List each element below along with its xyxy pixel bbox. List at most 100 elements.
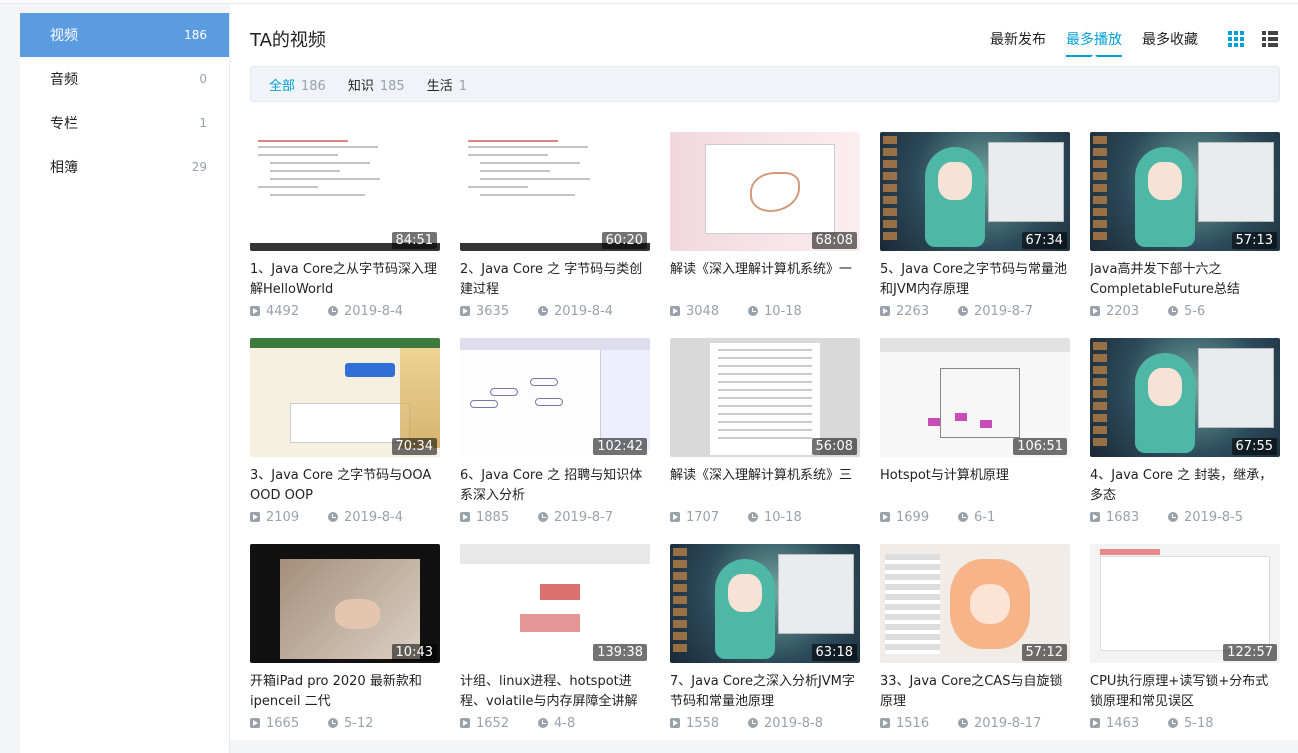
filter-knowledge[interactable]: 知识 185 xyxy=(348,75,405,94)
video-duration: 63:18 xyxy=(811,644,857,661)
video-card[interactable]: 10:43 开箱iPad pro 2020 最新款和ipenceil 二代 1665… xyxy=(250,544,440,733)
play-count-icon xyxy=(670,512,680,522)
video-thumbnail[interactable]: 57:13 xyxy=(1090,132,1280,251)
video-duration: 67:55 xyxy=(1231,438,1277,455)
play-count: 4492 xyxy=(266,303,300,319)
video-card[interactable]: 122:57 CPU执行原理+读写锁+分布式锁原理和常见误区 1463 5-18 xyxy=(1090,544,1280,733)
video-card[interactable]: 57:13 Java高并发下部十六之CompletableFuture总结 2203… xyxy=(1090,132,1280,321)
video-meta: 1558 2019-8-8 xyxy=(670,713,860,733)
video-thumbnail[interactable]: 70:34 xyxy=(250,338,440,457)
video-thumbnail[interactable]: 63:18 xyxy=(670,544,860,663)
video-title[interactable]: 2、Java Core 之 字节码与类创建过程 xyxy=(460,260,650,300)
main-content: TA的视频 最新发布 最多播放 最多收藏 全部 186 知识 185 生活 1 84:… xyxy=(230,4,1298,740)
video-title[interactable]: 7、Java Core之深入分析JVM字节码和常量池原理 xyxy=(670,672,860,712)
clock-icon xyxy=(328,512,338,522)
upload-date: 5-6 xyxy=(1184,303,1206,319)
sidebar-item-album[interactable]: 相簿 29 xyxy=(20,145,229,189)
sidebar-item-audio[interactable]: 音频 0 xyxy=(20,57,229,101)
video-thumbnail[interactable]: 122:57 xyxy=(1090,544,1280,663)
video-title[interactable]: CPU执行原理+读写锁+分布式锁原理和常见误区 xyxy=(1090,672,1280,712)
video-card[interactable]: 63:18 7、Java Core之深入分析JVM字节码和常量池原理 1558 201… xyxy=(670,544,860,733)
upload-date: 5-12 xyxy=(344,715,374,731)
video-card[interactable]: 67:34 5、Java Core之字节码与常量池和JVM内存原理 2263 2019… xyxy=(880,132,1070,321)
video-thumbnail[interactable]: 106:51 xyxy=(880,338,1070,457)
video-duration: 139:38 xyxy=(593,644,647,661)
sort-latest[interactable]: 最新发布 xyxy=(990,29,1046,57)
video-thumbnail[interactable]: 68:08 xyxy=(670,132,860,251)
video-thumbnail[interactable]: 84:51 xyxy=(250,132,440,251)
video-thumbnail[interactable]: 60:20 xyxy=(460,132,650,251)
sidebar: 视频 186 音频 0 专栏 1 相簿 29 xyxy=(20,13,230,753)
sidebar-item-label: 音频 xyxy=(50,72,78,88)
video-duration: 84:51 xyxy=(391,232,437,249)
video-meta: 1699 6-1 xyxy=(880,507,1070,527)
clock-icon xyxy=(1168,512,1178,522)
video-meta: 1665 5-12 xyxy=(250,713,440,733)
video-thumbnail[interactable]: 57:12 xyxy=(880,544,1070,663)
clock-icon xyxy=(328,718,338,728)
filter-label: 生活 xyxy=(426,78,453,94)
upload-date: 2019-8-8 xyxy=(764,715,824,731)
video-title[interactable]: 5、Java Core之字节码与常量池和JVM内存原理 xyxy=(880,260,1070,300)
video-thumbnail[interactable]: 67:55 xyxy=(1090,338,1280,457)
play-count-icon xyxy=(880,718,890,728)
video-thumbnail[interactable]: 10:43 xyxy=(250,544,440,663)
video-card[interactable]: 57:12 33、Java Core之CAS与自旋锁原理 1516 2019-8-17 xyxy=(880,544,1070,733)
video-meta: 2203 5-6 xyxy=(1090,301,1280,321)
video-title[interactable]: 计组、linux进程、hotspot进程、volatile与内存屏障全讲解 xyxy=(460,672,650,712)
upload-date: 2019-8-4 xyxy=(554,303,614,319)
grid-view-icon[interactable] xyxy=(1228,31,1244,47)
video-title[interactable]: 4、Java Core 之 封装，继承，多态 xyxy=(1090,466,1280,506)
video-title[interactable]: 开箱iPad pro 2020 最新款和ipenceil 二代 xyxy=(250,672,440,712)
video-thumbnail[interactable]: 102:42 xyxy=(460,338,650,457)
filter-count: 185 xyxy=(379,78,405,94)
video-title[interactable]: 解读《深入理解计算机系统》一 xyxy=(670,260,860,300)
list-view-icon[interactable] xyxy=(1262,31,1278,47)
video-card[interactable]: 106:51 Hotspot与计算机原理 1699 6-1 xyxy=(880,338,1070,527)
video-meta: 1652 4-8 xyxy=(460,713,650,733)
sidebar-item-column[interactable]: 专栏 1 xyxy=(20,101,229,145)
category-filter: 全部 186 知识 185 生活 1 xyxy=(250,66,1280,102)
video-card[interactable]: 102:42 6、Java Core 之 招聘与知识体系深入分析 1885 2019-… xyxy=(460,338,650,527)
view-switch xyxy=(1228,31,1278,47)
video-title[interactable]: Hotspot与计算机原理 xyxy=(880,466,1070,506)
sidebar-item-count: 29 xyxy=(191,160,207,174)
sort-most-played[interactable]: 最多播放 xyxy=(1066,29,1122,57)
upload-date: 2019-8-5 xyxy=(1184,509,1244,525)
video-card[interactable]: 139:38 计组、linux进程、hotspot进程、volatile与内存屏障… xyxy=(460,544,650,733)
video-card[interactable]: 67:55 4、Java Core 之 封装，继承，多态 1683 2019-8-5 xyxy=(1090,338,1280,527)
video-thumbnail[interactable]: 139:38 xyxy=(460,544,650,663)
video-duration: 60:20 xyxy=(601,232,647,249)
play-count-icon xyxy=(670,718,680,728)
play-count: 1558 xyxy=(686,715,720,731)
filter-life[interactable]: 生活 1 xyxy=(427,75,467,94)
play-count-icon xyxy=(1090,718,1100,728)
sidebar-item-label: 视频 xyxy=(50,28,78,44)
video-meta: 4492 2019-8-4 xyxy=(250,301,440,321)
video-title[interactable]: 解读《深入理解计算机系统》三 xyxy=(670,466,860,506)
clock-icon xyxy=(538,512,548,522)
sort-most-favorited[interactable]: 最多收藏 xyxy=(1142,29,1198,57)
video-thumbnail[interactable]: 67:34 xyxy=(880,132,1070,251)
play-count-icon xyxy=(250,306,260,316)
video-title[interactable]: 3、Java Core 之字节码与OOA OOD OOP xyxy=(250,466,440,506)
play-count: 1516 xyxy=(896,715,930,731)
video-card[interactable]: 56:08 解读《深入理解计算机系统》三 1707 10-18 xyxy=(670,338,860,527)
video-card[interactable]: 60:20 2、Java Core 之 字节码与类创建过程 3635 2019-8-4 xyxy=(460,132,650,321)
upload-date: 10-18 xyxy=(764,303,802,319)
video-title[interactable]: 1、Java Core之从字节码深入理解HelloWorld xyxy=(250,260,440,300)
video-title[interactable]: 33、Java Core之CAS与自旋锁原理 xyxy=(880,672,1070,712)
video-title[interactable]: Java高并发下部十六之CompletableFuture总结 xyxy=(1090,260,1280,300)
video-meta: 3048 10-18 xyxy=(670,301,860,321)
play-count: 1707 xyxy=(686,509,720,525)
video-card[interactable]: 68:08 解读《深入理解计算机系统》一 3048 10-18 xyxy=(670,132,860,321)
filter-all[interactable]: 全部 186 xyxy=(269,75,326,94)
sort-tabs: 最新发布 最多播放 最多收藏 xyxy=(990,29,1198,57)
video-thumbnail[interactable]: 56:08 xyxy=(670,338,860,457)
video-title[interactable]: 6、Java Core 之 招聘与知识体系深入分析 xyxy=(460,466,650,506)
sidebar-item-video[interactable]: 视频 186 xyxy=(20,13,229,57)
video-card[interactable]: 84:51 1、Java Core之从字节码深入理解HelloWorld 4492 2… xyxy=(250,132,440,321)
video-card[interactable]: 70:34 3、Java Core 之字节码与OOA OOD OOP 2109 201… xyxy=(250,338,440,527)
clock-icon xyxy=(748,306,758,316)
video-duration: 56:08 xyxy=(811,438,857,455)
